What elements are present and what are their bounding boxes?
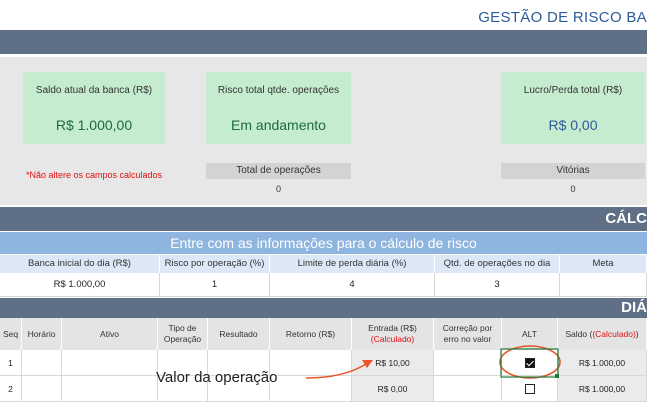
annotation-overlay xyxy=(305,345,561,379)
annotation-arrowhead-icon xyxy=(362,360,373,368)
annotation-label: Valor da operação xyxy=(156,369,278,386)
fill-handle-icon[interactable] xyxy=(555,374,559,378)
annotation-arrow-line xyxy=(305,363,367,379)
selected-cell-outline xyxy=(500,348,559,378)
alt-highlight-ellipse xyxy=(499,345,561,379)
